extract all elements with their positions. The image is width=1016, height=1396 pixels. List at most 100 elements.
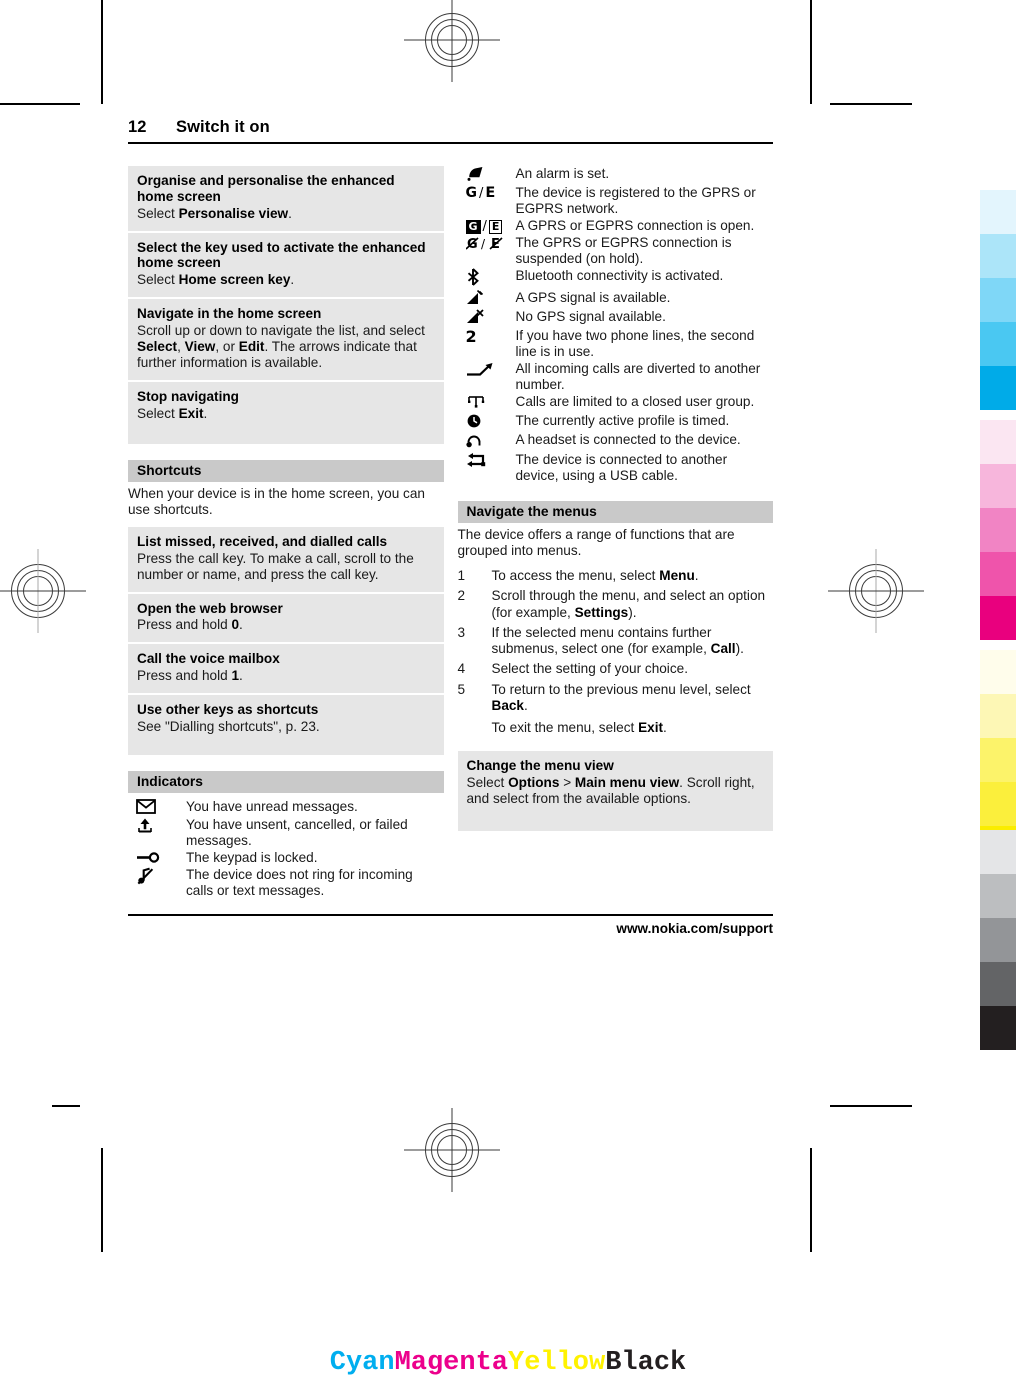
step-text: Scroll through the menu, and select an o…	[492, 588, 774, 621]
black-swatch-2	[980, 874, 1016, 918]
body-prefix: Select	[466, 774, 509, 790]
magenta-swatch-2	[980, 464, 1016, 508]
section-heading-indicators: Indicators	[128, 771, 444, 794]
table-row: Bluetooth connectivity is activated.	[458, 268, 774, 289]
registration-mark-top-center	[404, 0, 500, 82]
page-header: 12 Switch it on	[128, 118, 773, 144]
magenta-swatch-5	[980, 596, 1016, 640]
step-number: 3	[457, 624, 466, 640]
black-swatch-1	[980, 830, 1016, 874]
box-heading: Use other keys as shortcuts	[137, 702, 319, 718]
indicator-text: A headset is connected to the device.	[515, 431, 741, 447]
magenta-ramp-strip	[980, 420, 1016, 640]
bluetooth-icon	[458, 268, 516, 289]
step-number: 2	[457, 588, 466, 604]
alarm-bell-icon	[458, 166, 516, 185]
document-page: 12 Switch it on Organise and personalise…	[128, 118, 773, 936]
table-row: You have unsent, cancelled, or failed me…	[128, 817, 444, 850]
black-ramp-strip	[980, 830, 1016, 1050]
indicator-text: The currently active profile is timed.	[515, 412, 730, 428]
step-prefix: If the selected menu contains further su…	[491, 624, 712, 657]
page-title: Switch it on	[176, 118, 270, 136]
table-row: You have unread messages.	[128, 799, 444, 817]
exit-menu-note: To exit the menu, select Exit.	[492, 720, 774, 736]
box-call-voice-mailbox: Call the voice mailbox Press and hold 1.	[128, 644, 444, 694]
gprs-egprs-suspended-icon: G / E	[458, 235, 516, 268]
ui-term: Settings	[574, 604, 629, 620]
box-body: Scroll up or down to navigate the list, …	[137, 323, 435, 371]
outbox-arrow-up-icon	[128, 817, 186, 850]
box-organise-home-screen: Organise and personalise the enhanced ho…	[128, 166, 444, 231]
table-row: An alarm is set.	[458, 166, 774, 185]
box-body: Select Exit.	[137, 406, 435, 422]
cmyk-label-yellow: Yellow	[508, 1348, 606, 1378]
two-column-body: Organise and personalise the enhanced ho…	[128, 166, 773, 900]
body-sep: , or	[215, 338, 239, 354]
indicator-text: The device is registered to the GPRS or …	[515, 185, 756, 217]
cyan-swatch-3	[980, 278, 1016, 322]
box-heading: Change the menu view	[466, 757, 614, 773]
body-prefix: Press and hold	[137, 668, 232, 684]
left-column: Organise and personalise the enhanced ho…	[128, 166, 444, 900]
cyan-swatch-5	[980, 366, 1016, 410]
box-heading: List missed, received, and dialled calls	[137, 533, 388, 549]
indicator-text: If you have two phone lines, the second …	[515, 327, 755, 359]
table-row: G / E The device is registered to the GPRS…	[458, 185, 774, 218]
table-row: The currently active profile is timed.	[458, 413, 774, 432]
box-body: Select Home screen key.	[137, 272, 435, 288]
ui-term: Exit	[638, 720, 664, 736]
indicator-text: The GPRS or EGPRS connection is suspende…	[515, 235, 732, 267]
box-open-web-browser: Open the web browser Press and hold 0.	[128, 593, 444, 643]
list-item: 5 To return to the previous menu level, …	[458, 682, 774, 715]
table-row: G / E A GPRS or EGPRS connection is open.	[458, 218, 774, 235]
ui-term: Call	[710, 641, 736, 657]
box-heading: Stop navigating	[137, 388, 239, 404]
registration-mark-right-center	[828, 549, 924, 633]
key-name: 0	[231, 617, 240, 633]
crop-mark-top-left-horizontal	[0, 103, 80, 105]
step-text: Select the setting of your choice.	[491, 661, 688, 677]
body-sep: >	[559, 774, 575, 790]
registration-mark-bottom-center	[404, 1108, 500, 1192]
body-prefix: Select	[137, 205, 179, 221]
step-prefix: To access the menu, select	[491, 567, 660, 583]
call-divert-arrow-icon	[458, 361, 516, 394]
right-column: An alarm is set. G / E The device is regis…	[457, 166, 774, 900]
black-swatch-4	[980, 962, 1016, 1006]
table-row: G / E The GPRS or EGPRS connection is su…	[458, 235, 774, 268]
yellow-swatch-3	[980, 738, 1016, 782]
body-prefix: Select	[137, 272, 179, 288]
magenta-swatch-4	[980, 552, 1016, 596]
timed-profile-clock-icon	[458, 413, 516, 432]
table-row: The device is connected to another devic…	[458, 452, 774, 485]
indicator-text: The device is connected to another devic…	[515, 451, 728, 483]
ui-term: Menu	[659, 567, 695, 583]
list-item: 1 To access the menu, select Menu.	[458, 568, 774, 584]
indicators-table-right: An alarm is set. G / E The device is regis…	[458, 166, 774, 485]
body-suffix: .	[290, 272, 295, 288]
indicator-text: You have unread messages.	[186, 799, 358, 815]
ui-term: Options	[508, 774, 560, 790]
cyan-swatch-4	[980, 322, 1016, 366]
body-prefix: Scroll up or down to navigate the list, …	[137, 322, 425, 338]
step-suffix: ).	[735, 641, 744, 657]
indicator-text: All incoming calls are diverted to anoth…	[515, 360, 761, 392]
cmyk-colour-legend: CyanMagentaYellowBlack	[0, 1348, 1016, 1378]
ui-term: Edit	[238, 338, 265, 354]
step-number: 1	[457, 567, 466, 583]
headset-icon	[458, 432, 516, 452]
ui-term: Exit	[178, 405, 204, 421]
indicator-text: The keypad is locked.	[186, 850, 318, 866]
ui-term: Personalise view	[178, 205, 289, 221]
closed-user-group-icon	[458, 394, 516, 413]
box-heading: Navigate in the home screen	[137, 306, 322, 322]
yellow-swatch-2	[980, 694, 1016, 738]
box-heading: Select the key used to activate the enha…	[137, 239, 426, 271]
yellow-swatch-4	[980, 782, 1016, 826]
table-row: All incoming calls are diverted to anoth…	[458, 361, 774, 394]
page-number: 12	[128, 118, 147, 136]
box-heading: Open the web browser	[137, 600, 283, 616]
body-sep: ,	[177, 338, 185, 354]
gps-no-signal-icon	[458, 308, 516, 328]
